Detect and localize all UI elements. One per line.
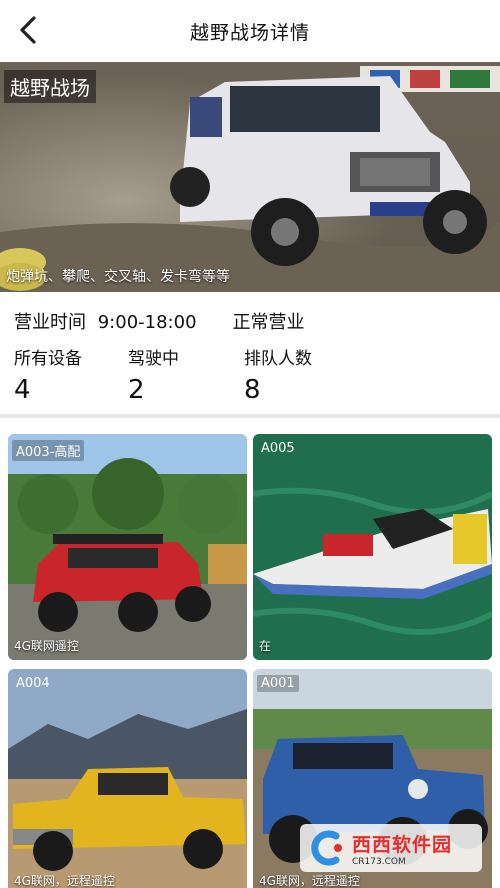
page-title: 越野战场详情 — [189, 21, 310, 44]
app-root: 越野战场详情 越野战场 炮弹坑、攀爬、交叉轴、发卡弯等等 营业时间 9:00-1… — [0, 0, 500, 888]
yellow-pickup-photo — [8, 669, 247, 888]
hours-text: 营业时间 9:00-18:00 — [14, 308, 197, 334]
device-code: A004 — [16, 676, 50, 691]
hero-caption: 炮弹坑、攀爬、交叉轴、发卡弯等等 — [6, 269, 230, 285]
device-tag: 在 — [259, 639, 272, 653]
device-card-a004[interactable]: A004 4G联网，远程遥控 — [8, 669, 247, 888]
hours-label: 营业时间 — [14, 312, 86, 333]
watermark-sub: CR173.COM — [352, 856, 406, 867]
red-jeep-photo — [8, 434, 247, 660]
device-code: A003-高配 — [12, 440, 85, 461]
venue-info: 营业时间 9:00-18:00 正常营业 所有设备 4 驾驶中 2 排队人数 8 — [0, 292, 500, 412]
stat-value: 8 — [244, 375, 261, 405]
watermark-main: 西西软件园 — [352, 833, 453, 856]
stat-value: 4 — [14, 375, 31, 405]
device-code: A001 — [257, 675, 299, 692]
chevron-left-icon — [20, 16, 36, 44]
watermark-text: 西西软件园 CR173.COM — [352, 830, 452, 867]
hero-label: 越野战场 — [4, 70, 96, 103]
stat-label: 所有设备 — [14, 349, 82, 369]
device-code: A005 — [261, 441, 295, 456]
site-watermark: 西西软件园 CR173.COM — [300, 824, 482, 872]
stat-value: 2 — [128, 375, 145, 405]
speedboat-photo — [253, 434, 492, 660]
hero-image: 越野战场 炮弹坑、攀爬、交叉轴、发卡弯等等 — [0, 62, 500, 292]
stat-driving: 驾驶中 2 — [128, 344, 179, 405]
device-card-a005[interactable]: A005 在 — [253, 434, 492, 660]
stat-total-devices: 所有设备 4 — [14, 344, 82, 405]
stat-label: 排队人数 — [244, 349, 312, 369]
hours-row: 营业时间 9:00-18:00 正常营业 — [14, 308, 305, 334]
device-grid: A003-高配 4G联网遥控 A005 在 A004 4G联网，远程遥控 A00… — [0, 418, 500, 888]
status-text: 正常营业 — [232, 312, 305, 333]
stat-queue: 排队人数 8 — [244, 344, 312, 405]
device-tag: 4G联网，远程遥控 — [259, 874, 360, 888]
watermark-logo-icon — [311, 830, 342, 866]
device-tag: 4G联网，远程遥控 — [14, 874, 115, 888]
hours-value: 9:00-18:00 — [97, 312, 197, 333]
device-card-a003[interactable]: A003-高配 4G联网遥控 — [8, 434, 247, 660]
stat-label: 驾驶中 — [128, 349, 179, 369]
device-tag: 4G联网遥控 — [14, 639, 79, 653]
header-bar: 越野战场详情 — [0, 0, 500, 62]
back-button[interactable] — [8, 10, 48, 50]
